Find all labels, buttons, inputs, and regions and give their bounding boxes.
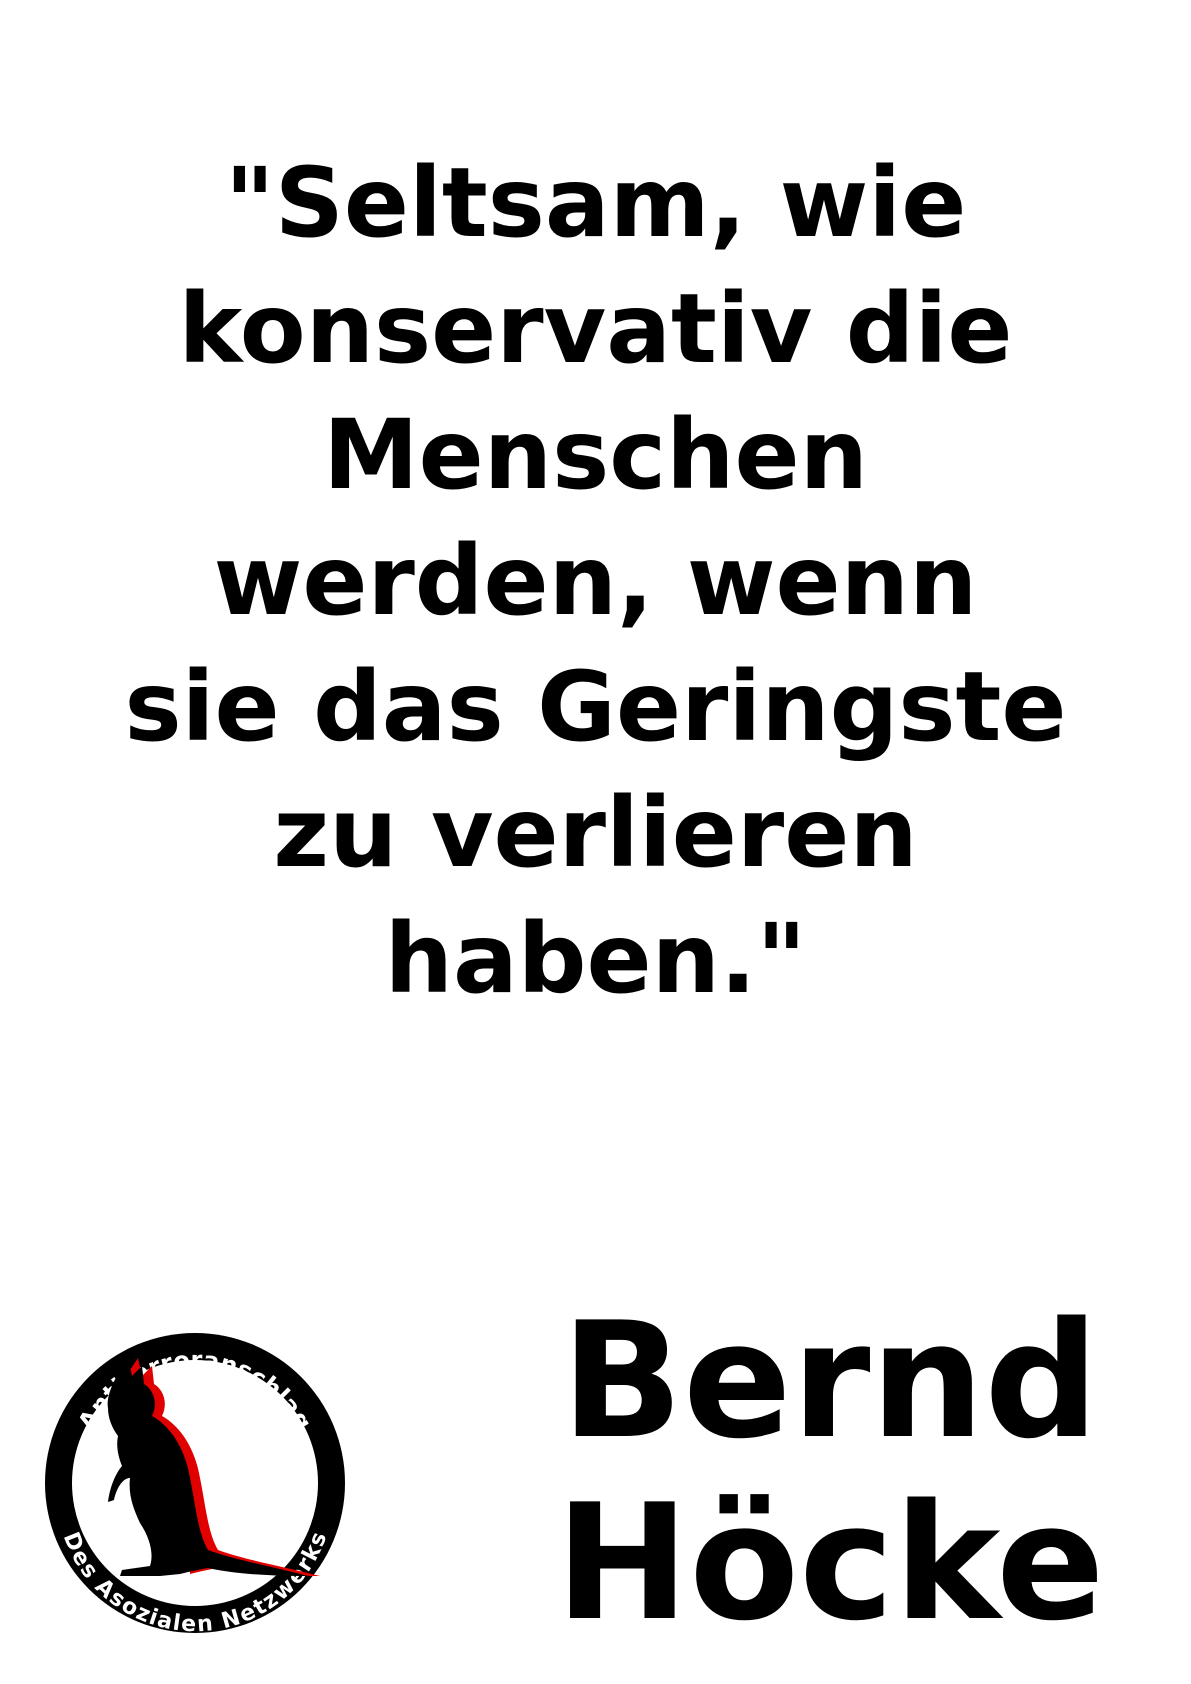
quote-line: Menschen: [323, 399, 868, 511]
quote-line: zu verlieren: [273, 777, 918, 889]
author-name: Bernd Höcke: [500, 1290, 1160, 1654]
author-first-name: Bernd: [561, 1287, 1099, 1474]
quote-text: "Seltsam, wie konservativ die Menschen w…: [40, 140, 1151, 1022]
quote-line: sie das Geringste: [124, 651, 1067, 763]
quote-line: haben.": [384, 903, 807, 1015]
quote-line: werden, wenn: [213, 525, 978, 637]
logo-emblem: Antiterroranschlag Des Asozialen Netzwer…: [45, 1333, 345, 1637]
quote-line: konservativ die: [178, 273, 1013, 385]
quote-line: "Seltsam, wie: [224, 147, 967, 259]
author-last-name: Höcke: [555, 1469, 1105, 1656]
antifa-kangaroo-logo: Antiterroranschlag Des Asozialen Netzwer…: [30, 1318, 360, 1648]
